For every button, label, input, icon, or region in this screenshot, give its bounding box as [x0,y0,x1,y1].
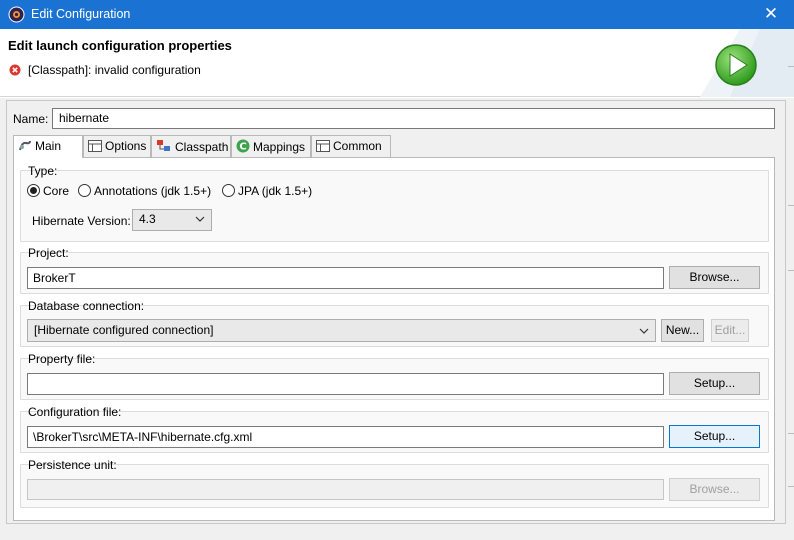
tab-options[interactable]: Options [83,135,151,157]
radio-jpa[interactable]: JPA (jdk 1.5+) [222,184,312,198]
database-edit-button[interactable]: Edit... [711,319,749,342]
radio-annotations-label: Annotations (jdk 1.5+) [94,184,212,198]
options-table-icon [88,140,102,152]
persistence-unit-input[interactable] [27,479,664,500]
radio-jpa-dot [222,184,235,197]
close-icon[interactable]: ✕ [760,4,782,24]
tab-classpath[interactable]: Classpath [151,135,231,157]
main-tab-icon [19,140,31,151]
tab-mappings[interactable]: C Mappings [231,135,311,157]
chevron-down-icon [639,328,649,334]
title-bar: Edit Configuration ✕ [0,0,794,29]
property-setup-button[interactable]: Setup... [669,372,760,395]
name-label: Name: [13,112,49,126]
radio-core-dot [27,184,40,197]
tab-main[interactable]: Main [13,135,83,158]
svg-text:C: C [239,142,246,153]
type-group-label: Type: [28,164,58,178]
dialog-header: Edit launch configuration properties [Cl… [0,29,794,97]
radio-core-label: Core [43,184,70,198]
error-circle-icon [9,64,21,76]
project-input[interactable]: BrokerT [27,267,664,289]
database-connection-value: [Hibernate configured connection] [34,323,214,337]
tab-options-label: Options [105,139,147,153]
project-browse-button[interactable]: Browse... [669,266,760,289]
eclipse-app-icon [8,6,25,23]
radio-annotations-dot [78,184,91,197]
edge-mark [788,66,794,67]
radio-annotations[interactable]: Annotations (jdk 1.5+) [78,184,211,198]
property-file-input[interactable] [27,373,664,395]
tab-mappings-label: Mappings [253,140,306,154]
configuration-file-input[interactable]: \BrokerT\src\META-INF\hibernate.cfg.xml [27,426,664,448]
radio-core[interactable]: Core [27,184,69,198]
edge-mark [788,270,794,271]
type-group [20,170,769,242]
common-table-icon [316,140,330,152]
tab-common-label: Common [333,139,382,153]
hibernate-version-select[interactable]: 4.3 [132,209,212,231]
tab-classpath-label: Classpath [175,140,229,154]
persistence-browse-button[interactable]: Browse... [669,478,760,501]
edge-mark [788,433,794,434]
chevron-down-icon [195,216,205,222]
persistence-unit-label: Persistence unit: [28,458,117,472]
header-title: Edit launch configuration properties [8,38,232,53]
database-group-label: Database connection: [28,299,145,313]
run-play-icon [715,44,757,86]
edge-mark [788,205,794,206]
name-input[interactable]: hibernate [52,108,775,129]
classpath-icon [157,140,170,151]
database-new-button[interactable]: New... [661,319,704,342]
radio-jpa-label: JPA (jdk 1.5+) [238,184,313,198]
property-file-label: Property file: [28,352,96,366]
tab-main-label: Main [35,139,62,153]
edge-mark [788,486,794,487]
tab-common[interactable]: Common [311,135,391,157]
configuration-file-label: Configuration file: [28,405,122,419]
hibernate-version-label: Hibernate Version: [32,214,131,228]
window-title: Edit Configuration [31,7,131,21]
mappings-c-icon: C [236,139,250,153]
database-connection-select[interactable]: [Hibernate configured connection] [27,319,656,342]
project-group-label: Project: [28,246,69,260]
error-message: [Classpath]: invalid configuration [28,63,201,77]
configuration-setup-button[interactable]: Setup... [669,425,760,448]
hibernate-version-value: 4.3 [139,212,156,226]
